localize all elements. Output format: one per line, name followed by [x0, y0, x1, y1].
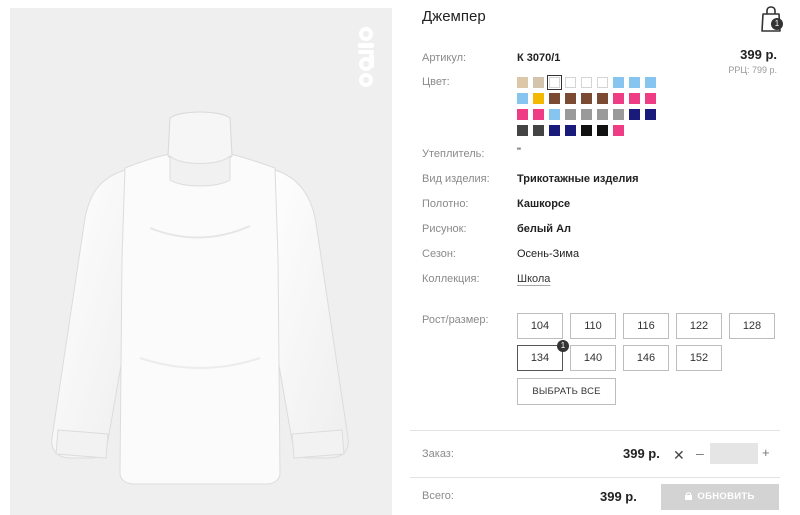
color-swatch[interactable]: [517, 125, 528, 136]
attr-label-type: Вид изделия:: [422, 173, 490, 185]
attr-value-insulation: ": [517, 146, 521, 158]
size-option-134[interactable]: 134: [517, 345, 563, 371]
color-swatch[interactable]: [517, 93, 528, 104]
select-all-button[interactable]: ВЫБРАТЬ ВСЕ: [517, 378, 616, 405]
color-swatch[interactable]: [645, 77, 656, 88]
size-option-128[interactable]: 128: [729, 313, 775, 339]
size-quantity-badge: 1: [557, 340, 569, 352]
product-photo[interactable]: [10, 8, 392, 515]
color-swatch[interactable]: [581, 93, 592, 104]
size-label: Рост/размер:: [422, 314, 489, 326]
color-swatch[interactable]: [613, 93, 624, 104]
quantity-input[interactable]: [710, 443, 758, 464]
remove-icon[interactable]: ✕: [673, 447, 685, 464]
color-swatch[interactable]: [549, 109, 560, 120]
color-swatch[interactable]: [597, 125, 608, 136]
color-swatch[interactable]: [533, 125, 544, 136]
product-title: Джемпер: [422, 8, 486, 25]
color-swatch[interactable]: [581, 125, 592, 136]
color-swatch[interactable]: [533, 109, 544, 120]
color-swatch[interactable]: [565, 109, 576, 120]
color-swatch[interactable]: [645, 109, 656, 120]
total-label: Всего:: [422, 490, 454, 502]
color-swatch[interactable]: [597, 77, 608, 88]
color-swatch[interactable]: [565, 93, 576, 104]
color-swatch[interactable]: [549, 125, 560, 136]
attr-label-print: Рисунок:: [422, 223, 467, 235]
divider: [410, 477, 780, 478]
size-option-122[interactable]: 122: [676, 313, 722, 339]
grand-total: 399 р.: [600, 489, 637, 504]
color-swatch[interactable]: [565, 125, 576, 136]
divider: [410, 430, 780, 431]
attr-label-insulation: Утеплитель:: [422, 148, 485, 160]
color-swatch[interactable]: [629, 93, 640, 104]
lock-icon: [685, 492, 693, 500]
quantity-increase-button[interactable]: +: [762, 445, 770, 460]
attr-label-collection: Коллекция:: [422, 273, 480, 285]
size-option-152[interactable]: 152: [676, 345, 722, 371]
cart-count-badge: 1: [771, 18, 783, 30]
attr-label-fabric: Полотно:: [422, 198, 469, 210]
color-swatch[interactable]: [597, 109, 608, 120]
collection-link[interactable]: Школа: [517, 273, 550, 285]
color-swatch[interactable]: [597, 93, 608, 104]
attr-label-color: Цвет:: [422, 76, 450, 88]
color-swatch[interactable]: [645, 93, 656, 104]
size-option-140[interactable]: 140: [570, 345, 616, 371]
size-option-104[interactable]: 104: [517, 313, 563, 339]
attr-value-type: Трикотажные изделия: [517, 173, 639, 185]
attr-value-season: Осень-Зима: [517, 248, 580, 260]
quantity-decrease-button[interactable]: –: [696, 445, 704, 461]
color-swatch[interactable]: [565, 77, 576, 88]
color-swatch[interactable]: [581, 109, 592, 120]
color-swatch[interactable]: [629, 109, 640, 120]
recommended-price: РРЦ: 799 р.: [728, 65, 777, 75]
turtleneck-image: [51, 111, 349, 485]
attr-label-article: Артикул:: [422, 52, 467, 64]
color-swatch[interactable]: [629, 77, 640, 88]
color-swatch[interactable]: [549, 93, 560, 104]
update-button[interactable]: ОБНОВИТЬ: [661, 484, 779, 510]
attr-value-print: белый Ал: [517, 223, 572, 235]
color-swatch[interactable]: [517, 77, 528, 88]
color-swatch[interactable]: [613, 77, 624, 88]
size-option-110[interactable]: 110: [570, 313, 616, 339]
order-label: Заказ:: [422, 448, 454, 460]
order-total: 399 р.: [623, 446, 660, 461]
color-swatch[interactable]: [533, 77, 544, 88]
size-option-116[interactable]: 116: [623, 313, 669, 339]
brand-logo: [354, 26, 378, 90]
attr-value-article: К 3070/1: [517, 52, 561, 64]
size-option-146[interactable]: 146: [623, 345, 669, 371]
attr-label-season: Сезон:: [422, 248, 456, 260]
color-swatch[interactable]: [613, 109, 624, 120]
color-swatch[interactable]: [547, 75, 562, 90]
color-swatch[interactable]: [581, 77, 592, 88]
color-swatch[interactable]: [613, 125, 624, 136]
color-swatch[interactable]: [533, 93, 544, 104]
update-button-label: ОБНОВИТЬ: [697, 491, 755, 502]
attr-value-fabric: Кашкорсе: [517, 198, 571, 210]
product-price: 399 р.: [740, 47, 777, 62]
color-swatch[interactable]: [517, 109, 528, 120]
